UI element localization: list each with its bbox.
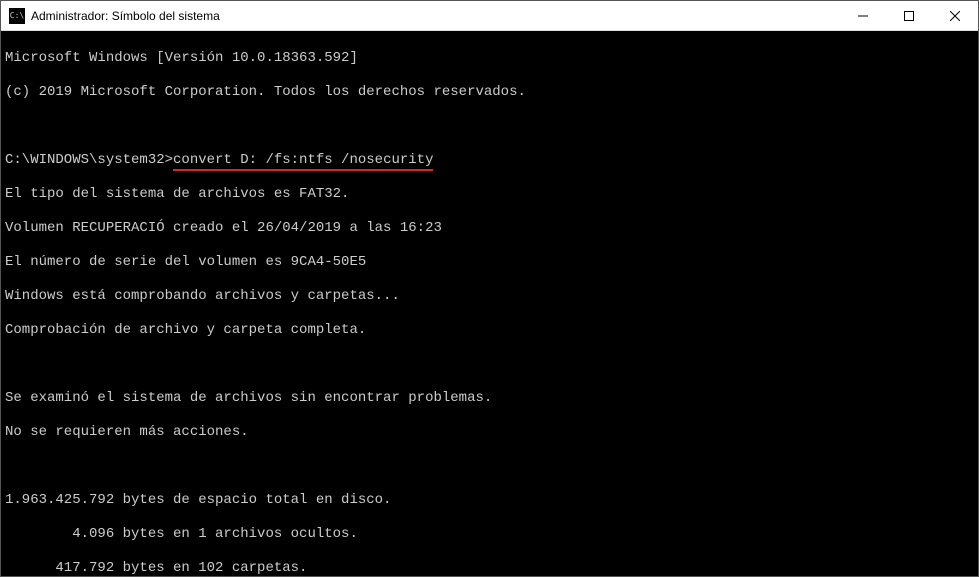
cmd-icon: C:\ [9,8,25,24]
terminal-viewport[interactable]: Microsoft Windows [Versión 10.0.18363.59… [1,31,978,576]
command-text: convert D: /fs:ntfs /nosecurity [173,152,433,169]
terminal-line [5,458,974,475]
minimize-button[interactable] [840,1,886,30]
terminal-line: C:\WINDOWS\system32>convert D: /fs:ntfs … [5,152,974,169]
terminal-line: 1.963.425.792 bytes de espacio total en … [5,492,974,509]
terminal-line: Volumen RECUPERACIÓ creado el 26/04/2019… [5,220,974,237]
terminal-line: Comprobación de archivo y carpeta comple… [5,322,974,339]
terminal-line: 4.096 bytes en 1 archivos ocultos. [5,526,974,543]
maximize-button[interactable] [886,1,932,30]
terminal-line: Se examinó el sistema de archivos sin en… [5,390,974,407]
terminal-line: El tipo del sistema de archivos es FAT32… [5,186,974,203]
terminal-line: 417.792 bytes en 102 carpetas. [5,560,974,576]
terminal-line [5,356,974,373]
terminal-line: (c) 2019 Microsoft Corporation. Todos lo… [5,84,974,101]
terminal-line [5,118,974,135]
terminal-line: Microsoft Windows [Versión 10.0.18363.59… [5,50,974,67]
window-titlebar: C:\ Administrador: Símbolo del sistema [1,1,978,31]
close-button[interactable] [932,1,978,30]
terminal-line: Windows está comprobando archivos y carp… [5,288,974,305]
terminal-line: No se requieren más acciones. [5,424,974,441]
window-title: Administrador: Símbolo del sistema [31,9,840,23]
window-controls [840,1,978,30]
terminal-line: El número de serie del volumen es 9CA4-5… [5,254,974,271]
prompt-prefix: C:\WINDOWS\system32> [5,152,173,168]
